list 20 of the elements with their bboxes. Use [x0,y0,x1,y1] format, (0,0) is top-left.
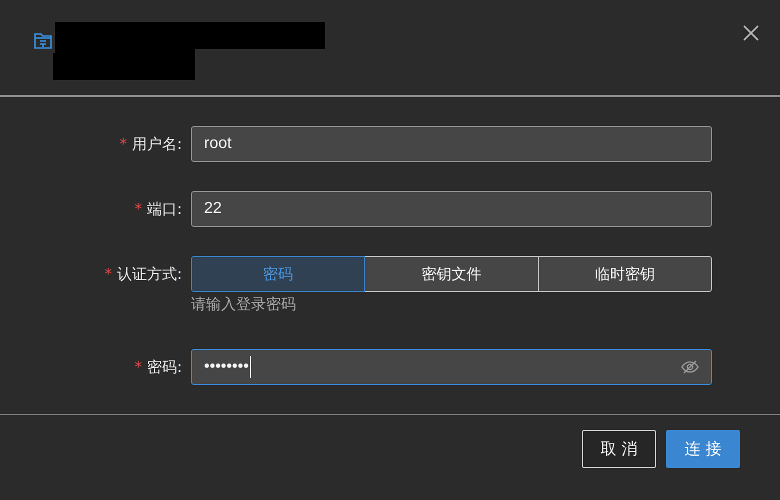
field-label: 认证方式: [116,264,182,284]
connect-button[interactable]: 连 接 [666,430,740,468]
field-label: 密码: [146,358,182,376]
required-mark: * [134,200,142,218]
required-mark: * [104,265,112,283]
folder-icon [34,32,52,49]
required-mark: * [134,358,142,376]
hide-password-icon[interactable] [681,360,699,374]
password-field[interactable]: •••••••• [191,349,712,385]
hint-text: 请输入登录密码 [191,295,296,314]
field-label: 用户名: [132,134,182,154]
cancel-button[interactable]: 取 消 [582,430,656,468]
auth-option-tab[interactable]: 密钥文件 [364,256,539,292]
close-icon [742,24,760,42]
close-button[interactable] [742,24,760,42]
required-mark: * [119,135,127,153]
auth-option-tab[interactable]: 临时密钥 [538,256,712,292]
input-field[interactable]: root [191,126,712,162]
input-field[interactable]: 22 [191,191,712,227]
field-label: 端口: [146,200,182,218]
